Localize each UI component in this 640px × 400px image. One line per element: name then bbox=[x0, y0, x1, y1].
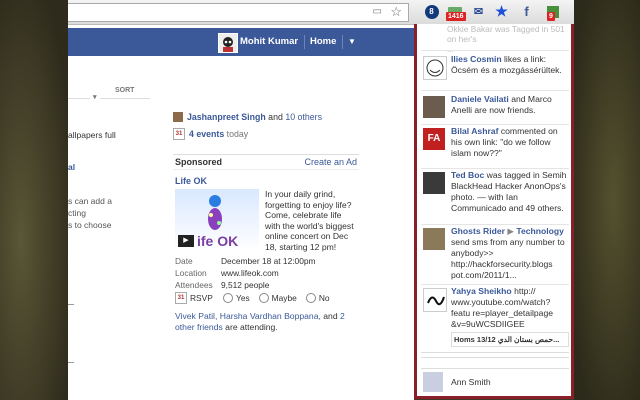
avatar-face-icon bbox=[223, 37, 233, 52]
sponsored-label: Sponsored bbox=[175, 157, 223, 167]
ticker-story[interactable]: Daniele Vailati and Marco Anelli are now… bbox=[421, 94, 569, 125]
attending-names-link[interactable]: Vivek Patil, Harsha Vardhan Boppana, bbox=[175, 311, 321, 321]
home-link[interactable]: Home bbox=[310, 36, 336, 47]
desktop-background-right bbox=[574, 0, 640, 400]
ad-image-text: ife OK bbox=[197, 233, 239, 249]
profile-name-link[interactable]: Mohit Kumar bbox=[240, 36, 298, 47]
sort-menu[interactable]: SORT ▾ bbox=[90, 87, 138, 101]
ticker-resize-handle[interactable] bbox=[421, 352, 569, 358]
meme-face-icon bbox=[426, 59, 444, 77]
calendar-icon: 31 bbox=[175, 292, 187, 304]
chat-contact-name: Ann Smith bbox=[451, 377, 491, 387]
ad-image[interactable]: ife OK ▶ bbox=[175, 189, 259, 251]
play-icon[interactable]: ▶ bbox=[178, 235, 194, 247]
rsvp-maybe-radio[interactable] bbox=[258, 293, 269, 303]
desktop-background-left bbox=[0, 0, 70, 400]
left-fragment-4: cting bbox=[68, 208, 86, 218]
facebook-top-bar: Mohit Kumar Home ▼ bbox=[68, 28, 414, 56]
rsvp-no-radio[interactable] bbox=[305, 293, 316, 303]
story-avatar[interactable]: FA bbox=[423, 128, 445, 150]
extension-star-icon[interactable]: ★ bbox=[493, 3, 510, 20]
story-avatar[interactable] bbox=[423, 172, 445, 194]
story-avatar[interactable] bbox=[423, 56, 447, 80]
ticker-story[interactable]: FA Bilal Ashraf commented on his own lin… bbox=[421, 126, 569, 169]
left-fragment-3: s can add a bbox=[68, 196, 112, 206]
create-ad-link[interactable]: Create an Ad bbox=[304, 157, 357, 167]
left-fragment-2[interactable]: al bbox=[68, 162, 75, 172]
attachment-box[interactable]: Homs 13/12 حمص بستان الدي... bbox=[451, 332, 569, 347]
ad-detail-row: Attendees 9,512 people bbox=[175, 280, 270, 290]
calendar-icon: 31 bbox=[173, 128, 185, 140]
arrow-right-icon: ▶ bbox=[507, 226, 514, 236]
chat-contact[interactable]: Ann Smith bbox=[421, 368, 569, 395]
browser-toolbar: ▭ ☆ 8 1416 ✉ ★ f 9 bbox=[68, 0, 574, 25]
attending-text: Vivek Patil, Harsha Vardhan Boppana, and… bbox=[175, 311, 345, 332]
friend-name-link[interactable]: Jashanpreet Singh bbox=[187, 112, 266, 122]
extension-shield-icon[interactable]: 8 bbox=[423, 3, 440, 20]
extension-mail-icon[interactable]: ✉ bbox=[470, 3, 487, 20]
profile-avatar[interactable] bbox=[218, 33, 238, 53]
story-avatar[interactable] bbox=[423, 228, 445, 250]
story-avatar[interactable] bbox=[423, 288, 447, 312]
left-divider bbox=[68, 362, 74, 363]
ticker-story[interactable]: Ghosts Rider ▶ Technology send sms from … bbox=[421, 226, 569, 285]
calligraphy-icon bbox=[427, 296, 445, 306]
ad-title-link[interactable]: Life OK bbox=[175, 176, 207, 186]
left-fragment-5: s to choose bbox=[68, 220, 112, 230]
sponsored-header: Sponsored Create an Ad bbox=[173, 154, 359, 170]
account-menu-chevron-down-icon[interactable]: ▼ bbox=[348, 37, 356, 46]
ad-detail-row: Date December 18 at 12:00pm bbox=[175, 256, 316, 266]
chat-avatar[interactable] bbox=[423, 372, 443, 392]
extension-badge-count: 1416 bbox=[446, 12, 466, 21]
ad-detail-row: Location www.lifeok.com bbox=[175, 268, 279, 278]
friend-line: Jashanpreet Singh and 10 others bbox=[173, 112, 322, 122]
others-link[interactable]: 10 others bbox=[285, 112, 322, 122]
bookmark-star-icon[interactable]: ☆ bbox=[390, 4, 402, 20]
left-divider bbox=[68, 304, 74, 305]
ticker-panel: Okkie Bakar was Tagged in 501 on her's .… bbox=[414, 24, 574, 399]
url-bar[interactable]: ▭ ☆ bbox=[68, 3, 409, 22]
friend-avatar[interactable] bbox=[173, 112, 183, 122]
story-avatar[interactable] bbox=[423, 96, 445, 118]
divider bbox=[421, 50, 569, 51]
page-icon[interactable]: ▭ bbox=[373, 6, 382, 17]
ad-details: Date December 18 at 12:00pm Location www.l… bbox=[175, 255, 359, 304]
extension-facebook-icon[interactable]: f bbox=[518, 3, 535, 20]
extension-badge-notes: 9 bbox=[547, 12, 555, 21]
ticker-story[interactable]: Ted Boc was tagged in Semih BlackHead Ha… bbox=[421, 170, 569, 225]
divider bbox=[342, 35, 343, 49]
ticker-story[interactable]: Ilies Cosmin likes a link: Öcsém és a mo… bbox=[421, 54, 569, 91]
divider bbox=[304, 35, 305, 49]
left-fragment-1: allpapers full bbox=[68, 130, 116, 140]
sort-divider: SORT ▾ bbox=[68, 87, 150, 109]
rsvp-row: 31 RSVP Yes Maybe No bbox=[175, 292, 359, 304]
rsvp-yes-radio[interactable] bbox=[223, 293, 233, 303]
ticker-story[interactable]: Yahya Sheikho http:// www.youtube.com/wa… bbox=[421, 286, 569, 350]
ad-body: In your daily grind, forgetting to enjoy… bbox=[265, 189, 354, 252]
events-line: 31 4 events today bbox=[173, 128, 248, 140]
events-link[interactable]: 4 events bbox=[189, 129, 224, 139]
